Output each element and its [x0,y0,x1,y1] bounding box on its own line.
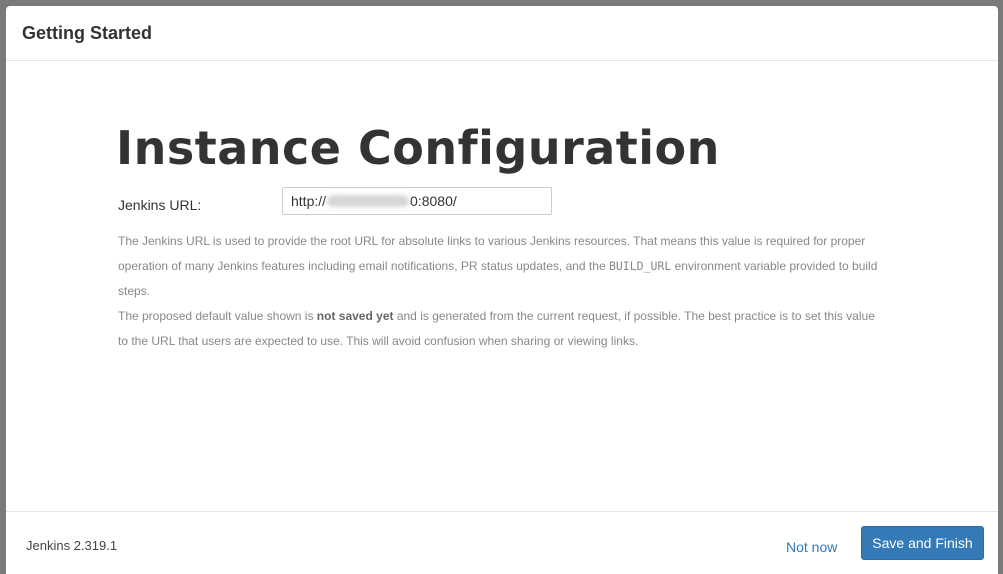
dialog-footer: Jenkins 2.319.1 Not now Save and Finish [6,511,998,574]
jenkins-version: Jenkins 2.319.1 [26,538,118,553]
page-title: Instance Configuration [116,121,720,175]
redacted-host [327,195,410,207]
help-paragraph-1: The Jenkins URL is used to provide the r… [118,234,878,298]
build-url-code: BUILD_URL [608,259,672,273]
help-text: The Jenkins URL is used to provide the r… [118,229,888,354]
dialog-body: Instance Configuration Jenkins URL: http… [6,61,998,511]
not-now-link[interactable]: Not now [786,533,837,561]
jenkins-url-label: Jenkins URL: [118,197,202,213]
jenkins-url-input[interactable]: http:// 0:8080/ [282,187,552,215]
dialog-title: Getting Started [22,23,153,43]
url-prefix: http:// [291,193,327,209]
setup-wizard-dialog: Getting Started Instance Configuration J… [6,6,998,574]
url-suffix: 0:8080/ [410,193,457,209]
save-and-finish-button[interactable]: Save and Finish [861,526,984,560]
dialog-header: Getting Started [6,6,998,61]
help-paragraph-2: The proposed default value shown is not … [118,309,875,348]
not-saved-emphasis: not saved yet [316,309,394,323]
